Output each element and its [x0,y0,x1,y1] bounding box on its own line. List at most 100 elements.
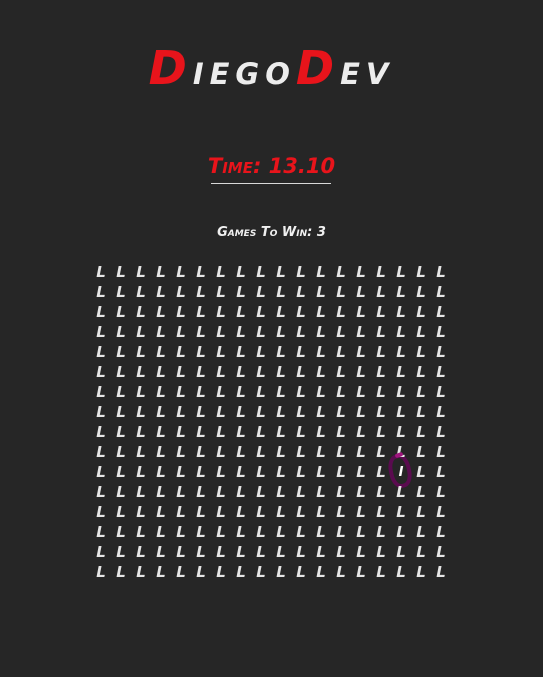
grid-cell[interactable]: L [331,342,351,362]
grid-cell[interactable]: L [351,282,371,302]
grid-cell[interactable]: L [311,342,331,362]
grid-cell[interactable]: L [131,562,151,582]
grid-cell[interactable]: L [331,562,351,582]
grid-cell[interactable]: L [431,422,451,442]
grid-cell[interactable]: L [111,362,131,382]
grid-cell[interactable]: L [431,462,451,482]
grid-cell[interactable]: L [431,562,451,582]
grid-cell[interactable]: L [231,382,251,402]
grid-cell[interactable]: L [331,502,351,522]
grid-cell[interactable]: L [171,462,191,482]
grid-cell[interactable]: L [391,282,411,302]
grid-cell[interactable]: L [111,422,131,442]
grid-cell[interactable]: L [331,362,351,382]
grid-cell[interactable]: L [191,382,211,402]
grid-cell[interactable]: L [271,482,291,502]
grid-cell[interactable]: L [91,282,111,302]
grid-cell[interactable]: L [311,562,331,582]
grid-cell[interactable]: L [251,422,271,442]
grid-cell[interactable]: L [91,262,111,282]
grid-cell[interactable]: L [111,562,131,582]
grid-cell[interactable]: L [231,522,251,542]
grid-cell[interactable]: L [331,542,351,562]
grid-cell[interactable]: L [351,302,371,322]
grid-cell[interactable]: L [131,502,151,522]
grid-cell[interactable]: L [171,362,191,382]
grid-cell[interactable]: L [231,462,251,482]
grid-cell[interactable]: L [371,502,391,522]
grid-cell[interactable]: L [151,382,171,402]
grid-cell[interactable]: L [171,562,191,582]
grid-cell[interactable]: L [171,282,191,302]
grid-cell[interactable]: L [271,282,291,302]
grid-cell[interactable]: L [391,522,411,542]
grid-cell[interactable]: L [211,542,231,562]
grid-cell[interactable]: L [391,422,411,442]
grid-cell[interactable]: L [191,362,211,382]
grid-cell[interactable]: L [151,402,171,422]
grid-cell[interactable]: L [211,522,231,542]
grid-cell[interactable]: L [431,282,451,302]
grid-cell[interactable]: L [331,462,351,482]
grid-cell[interactable]: L [171,402,191,422]
grid-cell[interactable]: L [231,422,251,442]
grid-cell[interactable]: L [171,262,191,282]
grid-cell[interactable]: L [131,342,151,362]
grid-cell[interactable]: L [371,402,391,422]
grid-cell[interactable]: L [371,422,391,442]
grid-cell[interactable]: L [111,402,131,422]
grid-cell[interactable]: L [111,262,131,282]
grid-cell[interactable]: L [391,502,411,522]
grid-cell[interactable]: L [411,502,431,522]
grid-cell[interactable]: L [111,282,131,302]
grid-cell[interactable]: L [351,382,371,402]
grid-cell[interactable]: L [291,562,311,582]
grid-cell[interactable]: L [271,542,291,562]
grid-cell[interactable]: L [151,342,171,362]
grid-cell[interactable]: L [291,462,311,482]
grid-cell[interactable]: L [111,382,131,402]
grid-cell[interactable]: L [371,542,391,562]
grid-cell[interactable]: L [311,522,331,542]
grid-cell[interactable]: L [351,322,371,342]
grid-cell[interactable]: L [431,262,451,282]
grid-cell[interactable]: L [291,502,311,522]
grid-cell[interactable]: L [251,342,271,362]
grid-cell[interactable]: L [331,482,351,502]
grid-cell[interactable]: L [171,502,191,522]
grid-cell[interactable]: L [211,462,231,482]
grid-cell[interactable]: L [251,502,271,522]
grid-cell[interactable]: L [91,522,111,542]
grid-cell[interactable]: L [291,342,311,362]
grid-cell[interactable]: L [411,522,431,542]
grid-cell[interactable]: L [271,262,291,282]
grid-cell[interactable]: L [211,402,231,422]
grid-cell[interactable]: L [371,262,391,282]
grid-cell[interactable]: L [331,442,351,462]
grid-cell[interactable]: L [271,342,291,362]
grid-cell[interactable]: L [231,482,251,502]
grid-cell[interactable]: L [231,502,251,522]
grid-cell[interactable]: L [231,342,251,362]
grid-cell[interactable]: L [351,442,371,462]
grid-cell[interactable]: L [151,562,171,582]
grid-cell[interactable]: L [251,402,271,422]
grid-cell[interactable]: L [131,482,151,502]
grid-cell[interactable]: L [291,402,311,422]
grid-cell[interactable]: L [391,482,411,502]
grid-cell[interactable]: L [291,422,311,442]
grid-cell[interactable]: L [271,322,291,342]
grid-cell[interactable]: L [351,502,371,522]
grid-cell[interactable]: L [331,282,351,302]
grid-cell[interactable]: L [271,362,291,382]
grid-cell[interactable]: L [391,302,411,322]
grid-cell[interactable]: L [311,262,331,282]
grid-cell[interactable]: L [411,382,431,402]
grid-cell[interactable]: L [311,362,331,382]
grid-cell[interactable]: L [231,262,251,282]
grid-cell[interactable]: L [311,482,331,502]
grid-cell[interactable]: L [131,462,151,482]
grid-cell[interactable]: L [371,302,391,322]
grid-cell[interactable]: L [211,282,231,302]
grid-cell[interactable]: L [331,302,351,322]
